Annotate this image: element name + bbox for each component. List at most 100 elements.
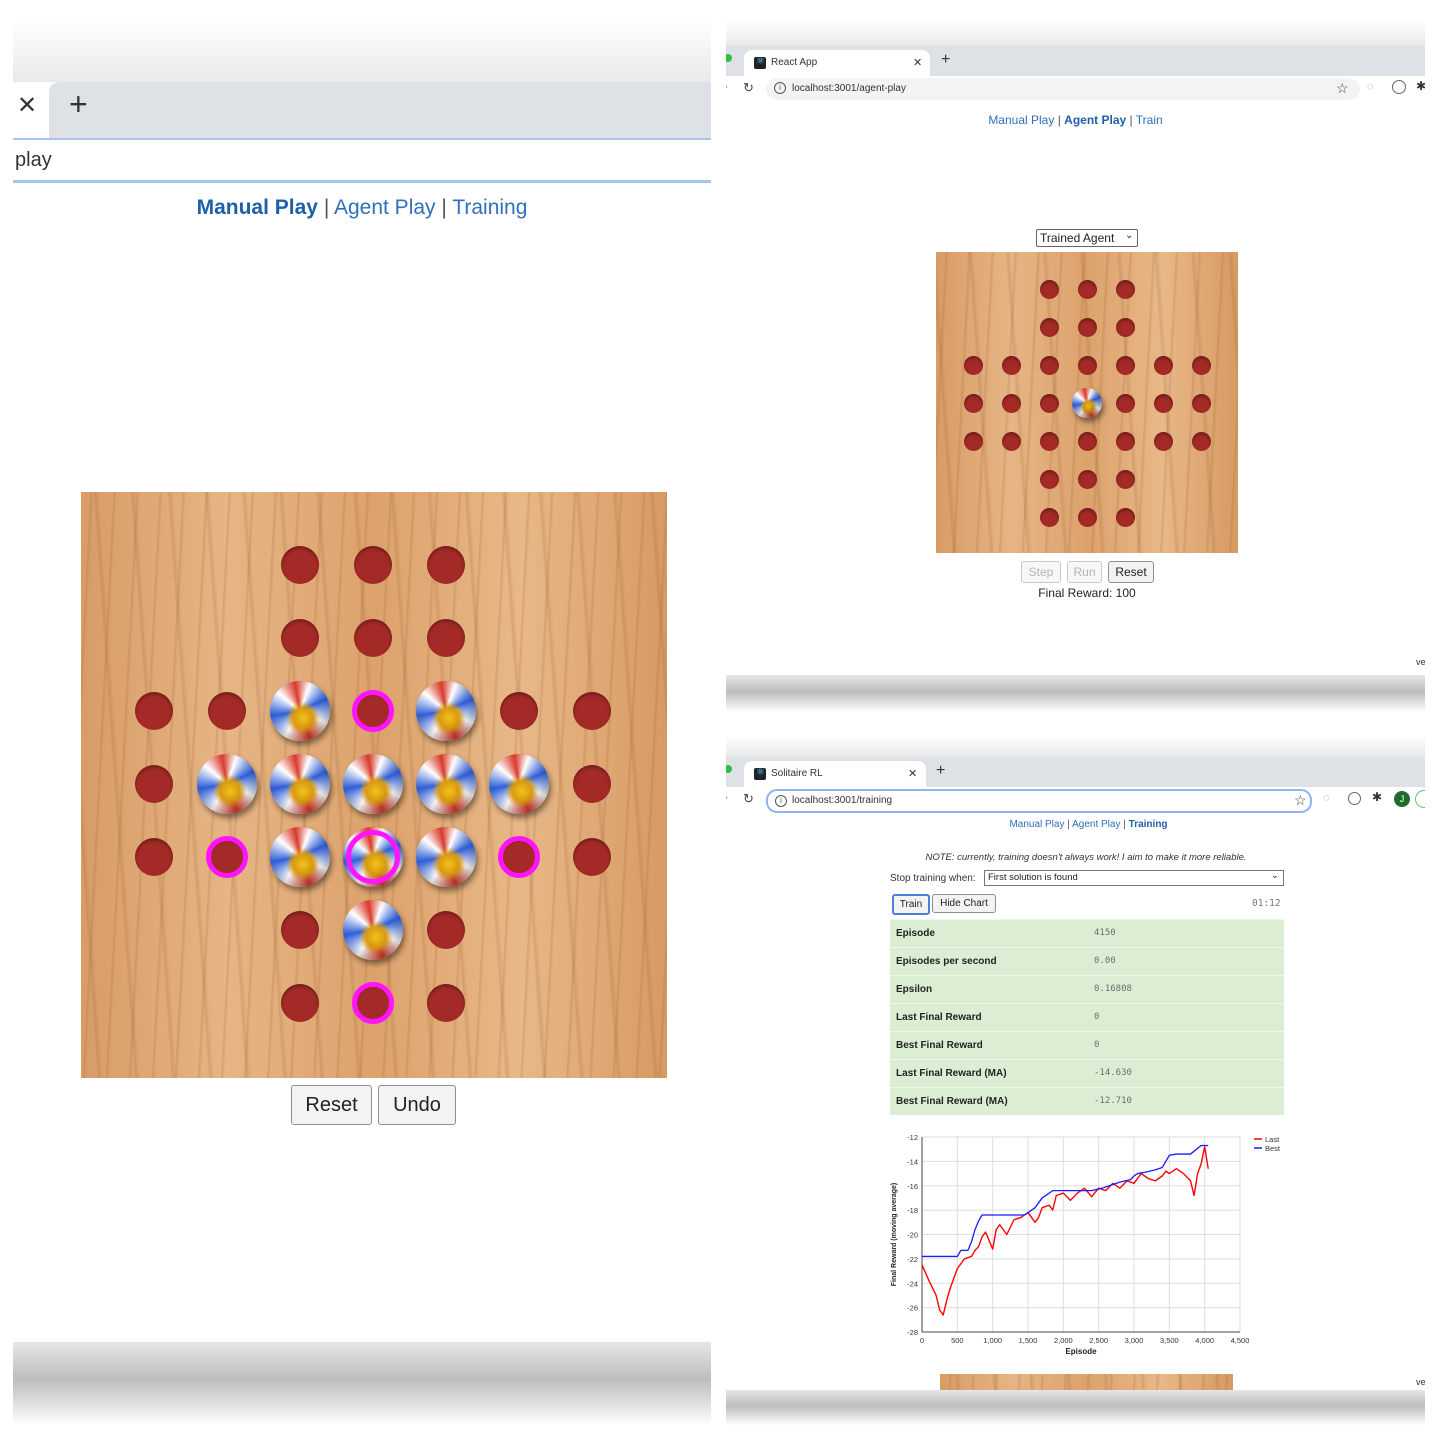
extension-icon[interactable]: ◌ <box>1323 792 1330 804</box>
empty-hole[interactable] <box>1039 431 1059 451</box>
marble-piece[interactable] <box>416 827 476 887</box>
empty-hole[interactable] <box>208 692 246 730</box>
tab-react-app[interactable]: ⚛ React App ✕ <box>744 50 930 76</box>
profile-icon[interactable] <box>1392 80 1406 94</box>
empty-hole[interactable] <box>281 619 319 657</box>
nav-training[interactable]: Training <box>452 196 527 219</box>
agent-select[interactable]: Trained Agent ⌄ <box>1036 229 1138 247</box>
reload-icon[interactable]: ↻ <box>743 80 754 96</box>
empty-hole[interactable] <box>573 692 611 730</box>
empty-hole[interactable] <box>1039 469 1059 489</box>
empty-hole[interactable] <box>1001 431 1021 451</box>
marble-piece[interactable] <box>343 900 403 960</box>
empty-hole[interactable] <box>1039 279 1059 299</box>
empty-hole[interactable] <box>135 838 173 876</box>
nav-agent-play[interactable]: Agent Play <box>1072 819 1120 830</box>
marble-piece[interactable] <box>270 827 330 887</box>
empty-hole[interactable] <box>281 911 319 949</box>
empty-hole[interactable] <box>1077 469 1097 489</box>
empty-hole[interactable] <box>1115 431 1135 451</box>
move-highlight-ring[interactable] <box>346 830 400 884</box>
close-tab-icon[interactable]: ✕ <box>908 767 917 780</box>
avatar[interactable]: J <box>1394 791 1410 807</box>
menu-circle-icon[interactable] <box>1415 790 1425 808</box>
move-highlight-ring[interactable] <box>206 836 248 878</box>
empty-hole[interactable] <box>1115 393 1135 413</box>
empty-hole[interactable] <box>281 546 319 584</box>
empty-hole[interactable] <box>1153 355 1173 375</box>
empty-hole[interactable] <box>354 546 392 584</box>
stop-training-select[interactable]: First solution is found ⌄ <box>984 870 1284 886</box>
address-bar[interactable]: play <box>13 138 711 183</box>
empty-hole[interactable] <box>427 546 465 584</box>
run-button[interactable]: Run <box>1067 561 1102 583</box>
empty-hole[interactable] <box>1115 507 1135 527</box>
empty-hole[interactable] <box>427 984 465 1022</box>
bookmark-star-icon[interactable]: ☆ <box>1294 792 1307 809</box>
empty-hole[interactable] <box>1191 431 1211 451</box>
empty-hole[interactable] <box>1039 393 1059 413</box>
train-button[interactable]: Train <box>892 894 930 915</box>
marble-piece[interactable] <box>270 754 330 814</box>
close-tab-icon[interactable]: ✕ <box>913 56 922 69</box>
url-field[interactable]: i localhost:3001/agent-play ☆ <box>766 78 1360 100</box>
reset-button[interactable]: Reset <box>291 1085 372 1125</box>
nav-training[interactable]: Training <box>1129 819 1168 830</box>
empty-hole[interactable] <box>963 393 983 413</box>
nav-manual-play[interactable]: Manual Play <box>988 113 1054 127</box>
marble-piece[interactable] <box>197 754 257 814</box>
hide-chart-button[interactable]: Hide Chart <box>932 894 996 913</box>
empty-hole[interactable] <box>1153 393 1173 413</box>
empty-hole[interactable] <box>1191 355 1211 375</box>
empty-hole[interactable] <box>427 911 465 949</box>
empty-hole[interactable] <box>573 838 611 876</box>
profile-icon[interactable] <box>1348 792 1361 805</box>
marble-piece[interactable] <box>416 681 476 741</box>
empty-hole[interactable] <box>1191 393 1211 413</box>
extension-icon[interactable]: ◌ <box>1367 81 1374 93</box>
nav-manual-play[interactable]: Manual Play <box>197 196 318 219</box>
empty-hole[interactable] <box>1115 317 1135 337</box>
marble-piece[interactable] <box>416 754 476 814</box>
bookmark-star-icon[interactable]: ☆ <box>1336 80 1349 97</box>
undo-button[interactable]: Undo <box>378 1085 456 1125</box>
empty-hole[interactable] <box>1115 355 1135 375</box>
marble-piece[interactable] <box>343 754 403 814</box>
empty-hole[interactable] <box>1077 355 1097 375</box>
empty-hole[interactable] <box>281 984 319 1022</box>
marble-piece[interactable] <box>489 754 549 814</box>
marble-piece[interactable] <box>1072 388 1102 418</box>
puzzle-icon[interactable]: ✱ <box>1416 79 1425 93</box>
move-highlight-ring[interactable] <box>352 690 394 732</box>
empty-hole[interactable] <box>1077 507 1097 527</box>
empty-hole[interactable] <box>427 619 465 657</box>
empty-hole[interactable] <box>1001 393 1021 413</box>
close-tab-icon[interactable]: ✕ <box>17 94 37 118</box>
nav-train[interactable]: Train <box>1136 113 1163 127</box>
forward-icon[interactable]: › <box>726 81 728 93</box>
empty-hole[interactable] <box>963 431 983 451</box>
empty-hole[interactable] <box>1153 431 1173 451</box>
reload-icon[interactable]: ↻ <box>743 791 754 807</box>
empty-hole[interactable] <box>135 692 173 730</box>
empty-hole[interactable] <box>573 765 611 803</box>
empty-hole[interactable] <box>500 692 538 730</box>
empty-hole[interactable] <box>1077 431 1097 451</box>
empty-hole[interactable] <box>963 355 983 375</box>
step-button[interactable]: Step <box>1021 561 1061 583</box>
empty-hole[interactable] <box>1077 317 1097 337</box>
tab-solitaire-rl[interactable]: ⚛ Solitaire RL ✕ <box>744 761 926 787</box>
forward-icon[interactable]: › <box>726 792 728 804</box>
empty-hole[interactable] <box>354 619 392 657</box>
empty-hole[interactable] <box>1115 279 1135 299</box>
empty-hole[interactable] <box>1039 507 1059 527</box>
empty-hole[interactable] <box>135 765 173 803</box>
empty-hole[interactable] <box>1077 279 1097 299</box>
url-field[interactable]: i localhost:3001/training ☆ <box>766 789 1312 813</box>
game-board[interactable] <box>81 492 667 1078</box>
info-icon[interactable]: i <box>774 82 786 94</box>
empty-hole[interactable] <box>1115 469 1135 489</box>
info-icon[interactable]: i <box>775 795 787 807</box>
empty-hole[interactable] <box>1039 355 1059 375</box>
puzzle-icon[interactable]: ✱ <box>1372 790 1382 804</box>
